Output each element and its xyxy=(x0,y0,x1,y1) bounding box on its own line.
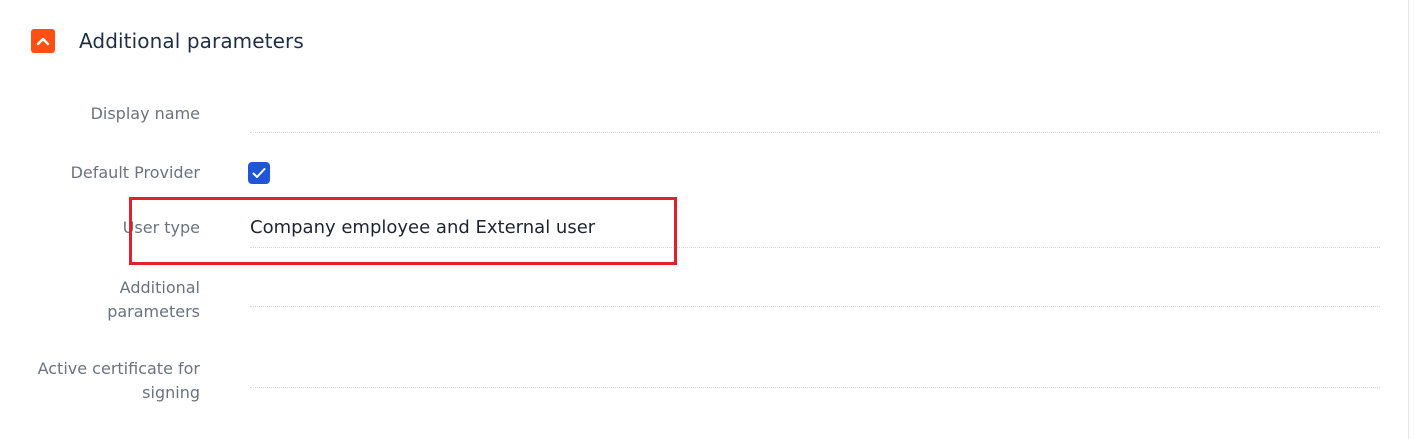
default-provider-checkbox[interactable] xyxy=(248,162,270,184)
field-divider xyxy=(250,247,1380,248)
scroll-edge-divider xyxy=(1408,0,1409,439)
display-name-label: Display name xyxy=(90,104,200,123)
default-provider-label: Default Provider xyxy=(70,163,200,182)
collapse-toggle-button[interactable] xyxy=(31,29,55,53)
additional-parameters-label-line1: Additional xyxy=(119,278,200,297)
section-title: Additional parameters xyxy=(79,29,304,53)
user-type-label: User type xyxy=(122,218,200,237)
field-divider xyxy=(250,132,1380,133)
active-certificate-label-line2: signing xyxy=(142,383,200,402)
field-divider xyxy=(250,387,1380,388)
chevron-up-icon xyxy=(36,37,50,46)
user-type-value[interactable]: Company employee and External user xyxy=(250,216,595,240)
additional-parameters-label-line2: parameters xyxy=(107,302,200,321)
page: Additional parameters Display name Defau… xyxy=(0,0,1414,439)
section-header: Additional parameters xyxy=(31,28,304,54)
field-divider xyxy=(250,306,1380,307)
checkmark-icon xyxy=(252,168,266,178)
active-certificate-label-line1: Active certificate for xyxy=(37,359,200,378)
